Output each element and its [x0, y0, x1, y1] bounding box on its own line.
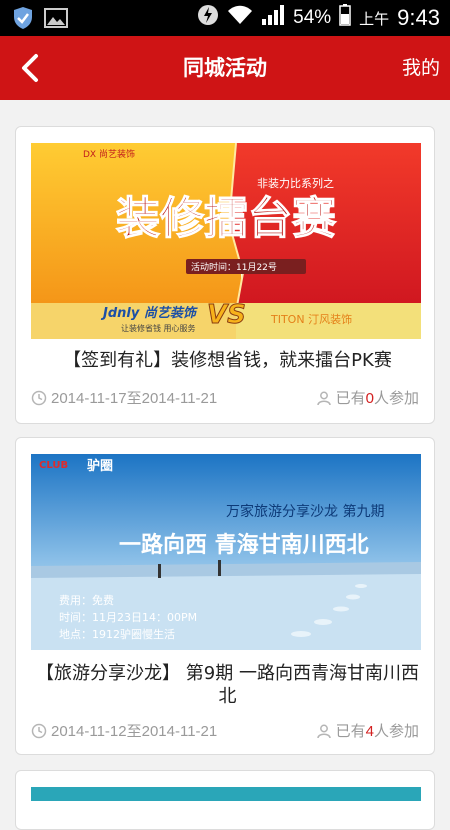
banner-left-slogan: 让装修省钱 用心服务: [121, 323, 196, 333]
activity-card[interactable]: [15, 770, 435, 830]
activity-title[interactable]: 【旅游分享沙龙】 第9期 一路向西青海甘南川西北: [36, 662, 419, 708]
banner-left-brand: Jdnly 尚艺装饰: [100, 305, 198, 321]
join-prefix: 已有: [335, 390, 366, 407]
banner-vs: VS: [207, 300, 246, 330]
activity-banner[interactable]: [31, 787, 421, 801]
join-count: 4: [365, 723, 374, 740]
time-ampm: 上午: [359, 10, 390, 28]
clock: 9:43: [397, 5, 440, 30]
join-count: 0: [365, 390, 374, 407]
activity-banner[interactable]: DX 尚艺装饰 非装力比系列之 装修擂台赛 活动时间：11月22号 Jdnly …: [31, 143, 421, 339]
image-icon: [44, 7, 68, 33]
banner-right-brand: TITON 汀风装饰: [270, 312, 352, 326]
banner-place: 地点：1912驴圈慢生活: [59, 627, 175, 641]
banner-fee: 费用：免费: [59, 593, 114, 607]
banner-headline: 一路向西 青海甘南川西北: [119, 532, 369, 558]
activity-date: 2014-11-12至2014-11-21: [51, 723, 218, 740]
person-icon: [316, 391, 331, 405]
activity-card[interactable]: CLUB 驴圈 万家旅游分享沙龙 第九期 一路向西 青海甘南川西北 费用：免费 …: [15, 437, 435, 755]
svg-text:CLUB: CLUB: [39, 460, 68, 471]
mine-button[interactable]: 我的: [402, 36, 440, 100]
person-icon: [316, 724, 331, 738]
banner-subtitle: 万家旅游分享沙龙 第九期: [226, 503, 384, 520]
clock-icon: [31, 723, 47, 738]
banner-time: 活动时间：11月22号: [191, 261, 277, 273]
activity-banner[interactable]: CLUB 驴圈 万家旅游分享沙龙 第九期 一路向西 青海甘南川西北 费用：免费 …: [31, 454, 421, 650]
lightning-icon: [197, 3, 219, 33]
battery-percent: 54%: [293, 7, 332, 28]
page-title: 同城活动: [183, 56, 267, 80]
banner-logo: 驴圈: [87, 458, 113, 474]
activity-title[interactable]: 【签到有礼】装修想省钱，就来擂台PK赛: [31, 349, 424, 372]
shield-icon: [12, 6, 34, 34]
join-suffix: 人参加: [373, 723, 419, 740]
activity-meta: 2014-11-17至2014-11-21 已有0人参加: [31, 387, 419, 407]
status-bar: 54% 上午 9:43: [0, 0, 450, 36]
join-suffix: 人参加: [373, 390, 419, 407]
svg-text:DX 尚艺装饰: DX 尚艺装饰: [83, 148, 135, 160]
activity-date: 2014-11-17至2014-11-21: [51, 390, 218, 407]
clock-icon: [31, 390, 47, 405]
activity-meta: 2014-11-12至2014-11-21 已有4人参加: [31, 720, 419, 740]
banner-series: 非装力比系列之: [257, 176, 334, 190]
wifi-icon: [227, 5, 253, 31]
activity-card[interactable]: DX 尚艺装饰 非装力比系列之 装修擂台赛 活动时间：11月22号 Jdnly …: [15, 126, 435, 424]
app-header: 同城活动 我的: [0, 36, 450, 100]
join-prefix: 已有: [335, 723, 366, 740]
battery-icon: [339, 4, 351, 32]
banner-headline: 装修擂台赛: [116, 193, 337, 244]
banner-time: 时间：11月23日14：00PM: [59, 611, 197, 624]
signal-icon: [261, 4, 285, 32]
